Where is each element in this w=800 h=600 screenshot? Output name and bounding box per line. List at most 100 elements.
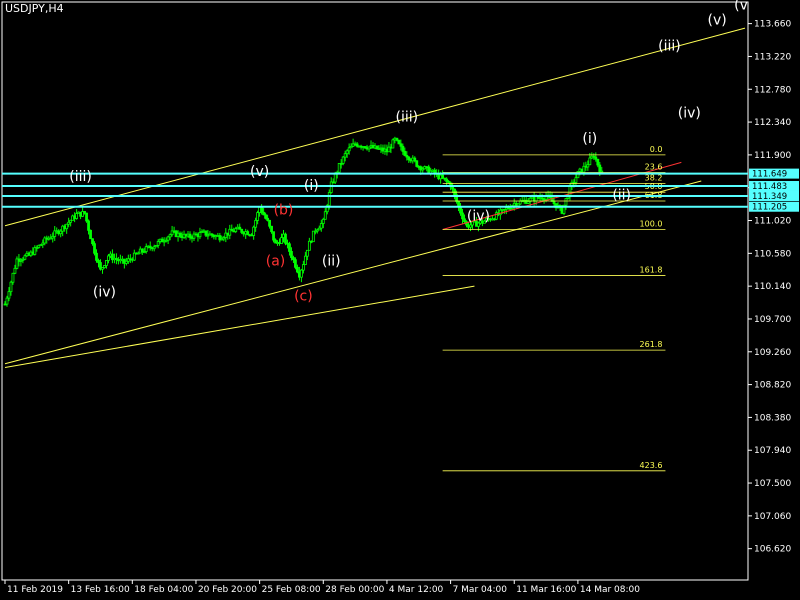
candle-body: [65, 223, 69, 230]
y-tick-label: 112.780: [754, 85, 791, 95]
candle-body: [294, 259, 297, 268]
candle-body: [11, 272, 15, 283]
candle-body: [13, 267, 17, 274]
x-tick-label: 7 Mar 04:00: [453, 585, 508, 595]
y-tick-label: 109.260: [754, 348, 791, 358]
wave-label: (iv): [93, 285, 116, 301]
candle-body: [413, 157, 417, 162]
candle-body: [303, 255, 307, 265]
candle-body: [284, 233, 287, 244]
candle-body: [188, 233, 192, 238]
y-tick-label: 108.820: [754, 381, 791, 391]
candle-body: [87, 220, 90, 231]
candle-body: [260, 206, 264, 213]
candle-body: [246, 231, 250, 236]
candle-body: [178, 232, 182, 237]
price-level-value: 111.649: [752, 170, 787, 180]
wave-label: (iv): [467, 209, 490, 225]
candle-body: [204, 230, 208, 236]
fib-level-label: 100.0: [640, 219, 663, 228]
candle-body: [397, 139, 401, 145]
y-tick-label: 107.500: [754, 479, 791, 489]
y-tick-label: 111.020: [754, 217, 791, 227]
candle-body: [321, 218, 325, 224]
y-tick-label: 113.220: [754, 52, 791, 62]
y-tick-label: 107.060: [754, 512, 791, 522]
candle-body: [391, 139, 395, 149]
price-level-value: 111.483: [752, 182, 787, 192]
candle-body: [234, 228, 238, 232]
y-tick-label: 106.620: [754, 545, 791, 555]
fib-level-label: 423.6: [640, 461, 663, 470]
candle-body: [75, 213, 79, 219]
candle-body: [341, 156, 345, 164]
y-tick-label: 108.380: [754, 413, 791, 423]
fib-level-label: 261.8: [640, 340, 663, 349]
candle-body: [299, 269, 303, 278]
candle-body: [270, 225, 273, 233]
candle-body: [564, 198, 568, 206]
candle-body: [23, 255, 27, 260]
x-tick-label: 11 Mar 16:00: [516, 585, 576, 595]
candle-body: [333, 173, 337, 183]
fib-level-label: 23.6: [645, 162, 663, 171]
fib-level-label: 38.2: [645, 173, 663, 182]
candle-body: [329, 181, 333, 193]
candle-body: [95, 252, 98, 261]
candle-body: [574, 177, 578, 183]
wave-label: (iii): [69, 169, 92, 185]
symbol-label: USDJPY,H4: [5, 2, 64, 15]
candle-body: [461, 212, 464, 220]
candle-body: [166, 236, 170, 241]
y-tick-label: 107.940: [754, 446, 791, 456]
candle-body: [5, 297, 9, 305]
y-tick-label: 111.900: [754, 151, 791, 161]
y-tick-label: 109.700: [754, 315, 791, 325]
x-tick-label: 28 Feb 00:00: [325, 585, 384, 595]
candle-body: [588, 157, 592, 166]
wave-label: (v): [708, 12, 727, 28]
candle-body: [107, 255, 110, 261]
candle-body: [301, 264, 305, 271]
candle-body: [596, 158, 600, 166]
wave-label: (v): [250, 164, 269, 180]
wave-label: (a): [266, 253, 286, 269]
fib-level-label: 0.0: [650, 145, 663, 154]
y-tick-label: 113.660: [754, 20, 791, 30]
candle-body: [93, 243, 96, 254]
candle-body: [441, 174, 445, 179]
x-tick-label: 25 Feb 08:00: [262, 585, 321, 595]
candle-body: [240, 228, 244, 233]
wave-label: (ii): [612, 188, 631, 204]
candle-body: [91, 238, 94, 245]
x-tick-label: 13 Feb 16:00: [71, 585, 130, 595]
candle-body: [327, 192, 331, 206]
x-tick-label: 11 Feb 2019: [7, 585, 63, 595]
candle-body: [401, 145, 405, 152]
chart-background: [0, 0, 800, 600]
candle-body: [288, 243, 291, 252]
price-level-value: 111.349: [752, 192, 787, 202]
wave-label: (ii): [322, 253, 341, 269]
candle-body: [311, 230, 315, 243]
candle-body: [290, 251, 293, 258]
price-level-value: 111.205: [752, 203, 787, 213]
price-chart[interactable]: 113.660 113.220 112.780 112.340 111.900 111.4…: [0, 0, 800, 600]
x-tick-label: 4 Mar 12:00: [389, 585, 444, 595]
x-tick-label: 18 Feb 04:00: [134, 585, 193, 595]
candle-body: [296, 266, 299, 273]
candle-body: [323, 211, 327, 220]
wave-label: (c): [294, 288, 313, 304]
candle-body: [7, 291, 11, 299]
candle-body: [272, 231, 275, 241]
candle-body: [280, 237, 283, 244]
candle-body: [343, 153, 347, 158]
candle-body: [319, 223, 323, 229]
x-tick-label: 20 Feb 20:00: [198, 585, 257, 595]
candle-body: [415, 160, 419, 167]
candle-body: [105, 260, 108, 266]
wave-label: (v: [734, 0, 748, 13]
wave-label: (i): [582, 131, 597, 147]
wave-label: (b): [274, 203, 294, 219]
y-tick-label: 110.580: [754, 249, 791, 259]
